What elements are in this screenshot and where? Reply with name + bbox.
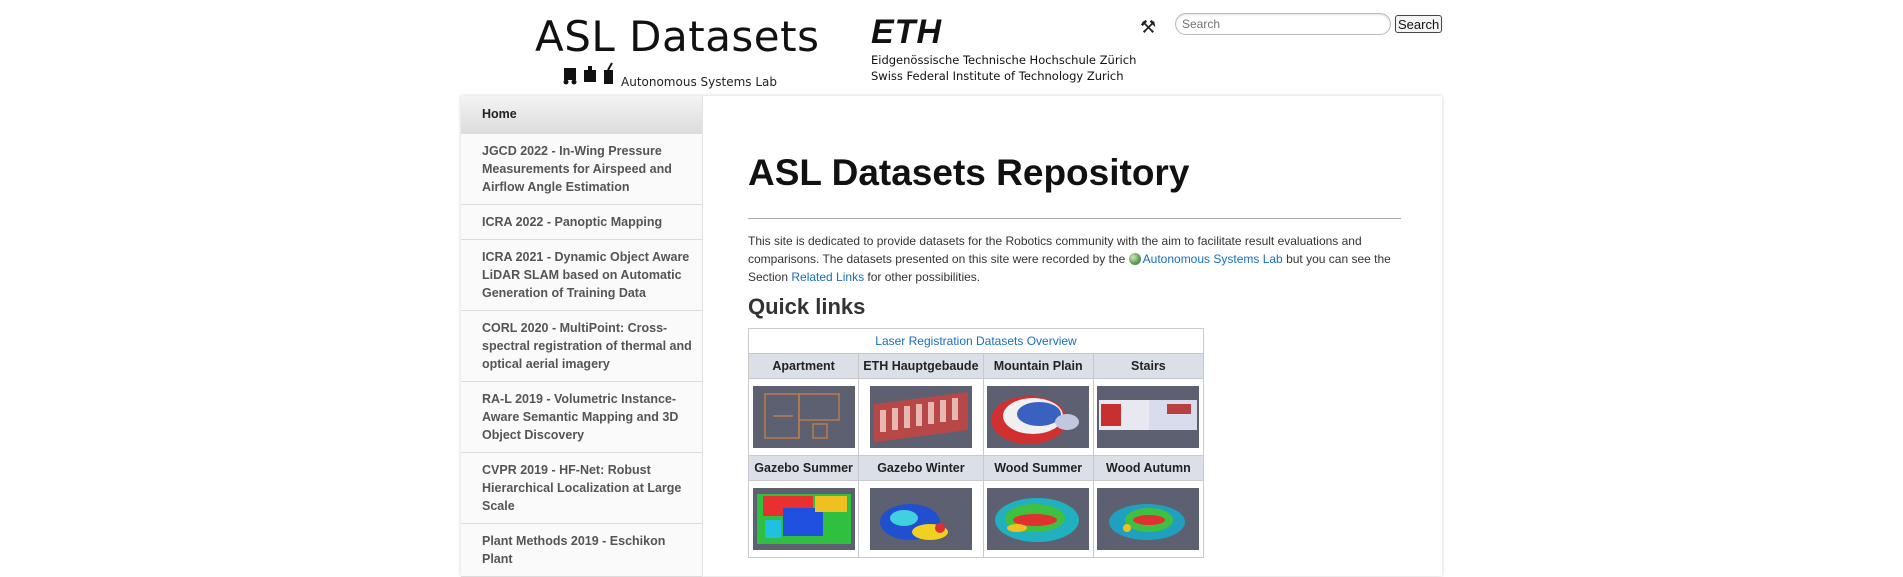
gazebo-summer-thumbnail[interactable] [752,488,855,550]
dataset-label-wood-summer: Wood Summer [982,455,1094,481]
title-divider [748,218,1401,219]
wood-autumn-thumbnail[interactable] [1097,488,1200,550]
sidebar-item-plant-methods-2019[interactable]: Plant Methods 2019 - Eschikon Plant [461,524,702,577]
quick-links-table: Laser Registration Datasets Overview Apa… [747,328,1205,558]
asl-link[interactable]: Autonomous Systems Lab [1143,252,1283,266]
sidebar-item-corl-2020[interactable]: CORL 2020 - MultiPoint: Cross-spectral r… [461,311,702,382]
globe-icon [1128,253,1141,265]
sidebar-item-icra-2022[interactable]: ICRA 2022 - Panoptic Mapping [461,205,702,240]
asl-lab-label: Autonomous Systems Lab [621,75,777,89]
sidebar-item-ral-2019[interactable]: RA-L 2019 - Volumetric Instance-Aware Se… [461,382,702,453]
page-title: ASL Datasets Repository [748,152,1190,193]
sidebar-item-icra-2021[interactable]: ICRA 2021 - Dynamic Object Aware LiDAR S… [461,240,702,311]
sidebar-nav: Home JGCD 2022 - In-Wing Pressure Measur… [461,96,703,577]
dataset-label-mountain-plain: Mountain Plain [982,353,1094,379]
apartment-thumbnail[interactable] [752,386,855,448]
mountain-plain-thumbnail[interactable] [987,386,1090,448]
related-links-link[interactable]: Related Links [791,270,864,284]
eth-hauptgebaude-thumbnail[interactable] [869,386,972,448]
laser-registration-overview-link[interactable]: Laser Registration Datasets Overview [875,334,1076,348]
dataset-label-gazebo-summer: Gazebo Summer [747,455,860,481]
stairs-thumbnail[interactable] [1097,386,1200,448]
tools-icon[interactable]: ⚒ [1140,17,1156,38]
search-button[interactable]: Search [1395,15,1443,33]
eth-logo[interactable]: ETH [871,13,942,52]
dataset-label-gazebo-winter: Gazebo Winter [858,455,984,481]
sidebar-item-cvpr-2019[interactable]: CVPR 2019 - HF-Net: Robust Hierarchical … [461,453,702,524]
dataset-label-wood-autumn: Wood Autumn [1092,455,1205,481]
gazebo-winter-thumbnail[interactable] [869,488,972,550]
asl-robots-logo[interactable] [562,62,618,86]
quick-links-heading: Quick links [748,294,866,319]
eth-name-english: Swiss Federal Institute of Technology Zu… [871,69,1124,83]
wood-summer-thumbnail[interactable] [987,488,1090,550]
page-container: Home JGCD 2022 - In-Wing Pressure Measur… [461,96,1442,577]
dataset-label-apartment: Apartment [747,353,860,379]
sidebar-item-home[interactable]: Home [461,96,702,134]
search-input[interactable] [1175,13,1391,35]
eth-name-german: Eidgenössische Technische Hochschule Zür… [871,53,1137,67]
site-title[interactable]: ASL Datasets [535,12,820,61]
table-caption-cell: Laser Registration Datasets Overview [748,328,1204,354]
intro-text-3: for other possibilities. [864,270,981,284]
intro-paragraph: This site is dedicated to provide datase… [748,232,1403,286]
sidebar-item-jgcd-2022[interactable]: JGCD 2022 - In-Wing Pressure Measurement… [461,134,702,205]
dataset-label-stairs: Stairs [1092,353,1205,379]
dataset-label-eth-hauptgebaude: ETH Hauptgebaude [858,353,984,379]
